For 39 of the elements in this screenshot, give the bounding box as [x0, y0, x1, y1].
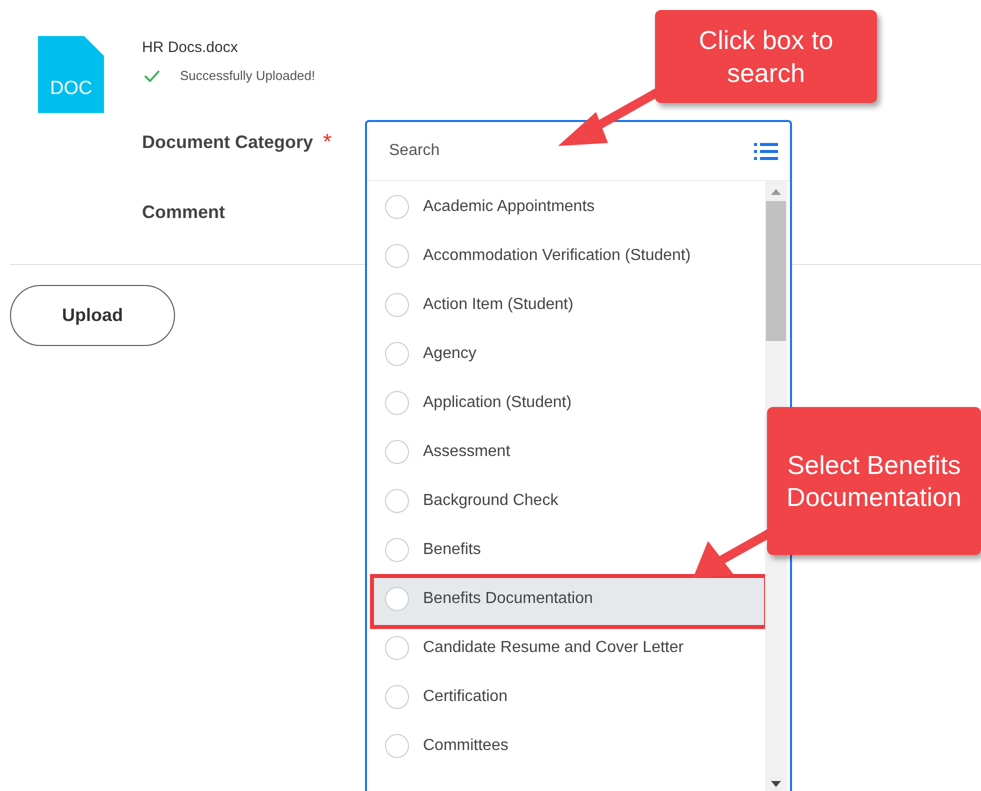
radio-button[interactable]	[385, 734, 409, 758]
option-item[interactable]: Candidate Resume and Cover Letter	[367, 626, 765, 675]
radio-button[interactable]	[385, 636, 409, 660]
option-item[interactable]: Academic Appointments	[367, 185, 765, 234]
required-mark: *	[323, 129, 332, 155]
radio-button[interactable]	[385, 587, 409, 611]
radio-button[interactable]	[385, 489, 409, 513]
option-item[interactable]: Action Item (Student)	[367, 283, 765, 332]
search-input[interactable]: Search	[387, 141, 754, 161]
radio-button[interactable]	[385, 440, 409, 464]
option-item[interactable]: Certification	[367, 675, 765, 724]
list-icon[interactable]	[754, 141, 778, 161]
option-item[interactable]: Benefits	[367, 528, 765, 577]
option-item[interactable]: Committees	[367, 724, 765, 773]
radio-button[interactable]	[385, 538, 409, 562]
document-icon: DOC	[38, 36, 104, 113]
field-label: Comment	[142, 202, 226, 223]
field-label: Document Category	[142, 132, 314, 152]
option-item[interactable]: Accommodation Verification (Student)	[367, 234, 765, 283]
file-name: HR Docs.docx	[142, 39, 239, 56]
callout-tooltip: Click box to search	[655, 10, 877, 103]
option-item[interactable]: Benefits Documentation	[373, 577, 765, 626]
radio-button[interactable]	[385, 293, 409, 317]
option-item[interactable]: Agency	[367, 332, 765, 381]
option-item[interactable]: Application (Student)	[367, 381, 765, 430]
upload-status: Successfully Uploaded!	[180, 68, 316, 83]
option-item[interactable]: Background Check	[367, 479, 765, 528]
radio-button[interactable]	[385, 195, 409, 219]
checkmark-icon	[144, 70, 160, 82]
scrollbar-thumb[interactable]	[766, 201, 786, 341]
radio-button[interactable]	[385, 342, 409, 366]
radio-button[interactable]	[385, 685, 409, 709]
scroll-up-icon[interactable]	[771, 189, 781, 195]
radio-button[interactable]	[385, 391, 409, 415]
scroll-down-icon[interactable]	[771, 781, 781, 787]
callout-tooltip: Select Benefits Documentation	[767, 407, 981, 555]
option-item[interactable]: Assessment	[367, 430, 765, 479]
radio-button[interactable]	[385, 244, 409, 268]
upload-button[interactable]: Upload	[10, 285, 175, 346]
